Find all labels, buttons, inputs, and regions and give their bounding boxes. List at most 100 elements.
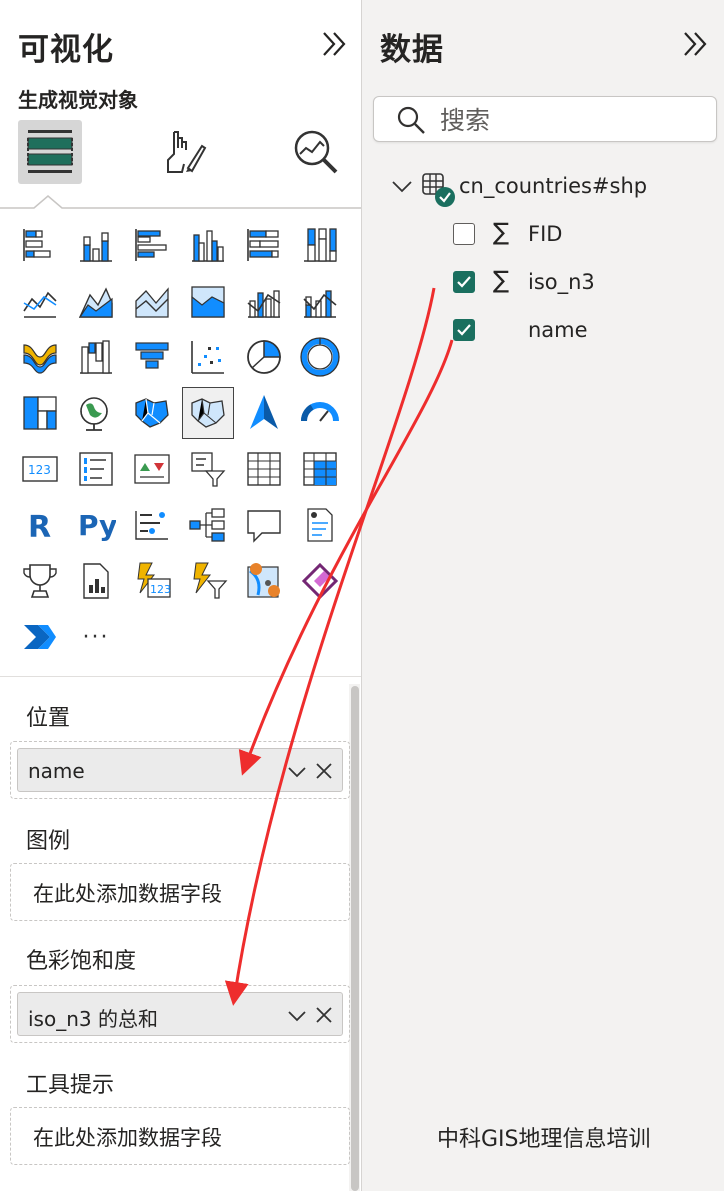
collapse-visualizations-button[interactable] xyxy=(318,28,350,60)
visual-type-ribbon-chart[interactable] xyxy=(14,331,66,383)
donut-chart-icon xyxy=(300,337,340,377)
sigma-icon: ∑ xyxy=(493,266,510,294)
well-placeholder: 在此处添加数据字段 xyxy=(33,1126,222,1150)
well-label-tooltips: 工具提示 xyxy=(26,1073,115,1098)
well-placeholder: 在此处添加数据字段 xyxy=(33,882,222,906)
stacked-area-icon xyxy=(135,287,169,318)
r-visual-icon: R xyxy=(28,510,51,545)
search-box[interactable] xyxy=(373,96,717,142)
well-location[interactable]: name xyxy=(10,741,350,799)
visual-type-funnel[interactable] xyxy=(126,331,178,383)
ribbon-chart-icon xyxy=(23,344,57,374)
field-row-name[interactable]: name xyxy=(363,310,724,350)
gauge-icon xyxy=(300,402,339,422)
chevron-down-icon[interactable] xyxy=(286,761,308,783)
chevron-down-icon[interactable] xyxy=(391,176,413,198)
visual-type-area-chart[interactable] xyxy=(70,275,122,327)
visual-type-stacked-column[interactable] xyxy=(70,219,122,271)
visualizations-pane: 可视化 生成视觉对象 123 R Py 123 ··· 位置 name 图例 在… xyxy=(0,0,362,1191)
well-field-name[interactable]: name xyxy=(17,748,343,792)
visual-type-paginated-report[interactable] xyxy=(70,555,122,607)
collapse-data-button[interactable] xyxy=(679,28,711,60)
visual-type-arcgis-map[interactable] xyxy=(238,555,290,607)
field-row-iso-n3[interactable]: ∑ iso_n3 xyxy=(363,262,724,302)
well-color-saturation[interactable]: iso_n3 的总和 xyxy=(10,985,350,1043)
visual-type-matrix[interactable] xyxy=(294,443,346,495)
sigma-icon: ∑ xyxy=(493,218,510,246)
stacked-bar-icon xyxy=(23,229,51,261)
tab-format-visual[interactable] xyxy=(150,120,214,184)
visual-type-clustered-column[interactable] xyxy=(182,219,234,271)
ellipsis-icon: ··· xyxy=(82,624,110,650)
visual-type-donut-chart[interactable] xyxy=(294,331,346,383)
visual-type-power-automate[interactable] xyxy=(14,611,66,663)
field-checkbox-iso-n3[interactable] xyxy=(453,271,475,293)
well-legend[interactable]: 在此处添加数据字段 xyxy=(10,863,350,921)
visual-type-filled-map[interactable] xyxy=(126,387,178,439)
visual-type-kpi[interactable] xyxy=(126,443,178,495)
decomposition-tree-icon xyxy=(189,508,225,542)
visual-type-shape-map[interactable] xyxy=(182,387,234,439)
visual-type-100-percent-column[interactable] xyxy=(294,219,346,271)
visual-type-slicer[interactable] xyxy=(182,443,234,495)
line-stacked-column-icon xyxy=(303,290,337,318)
table-node-cn-countries[interactable]: cn_countries#shp xyxy=(363,166,724,207)
visual-type-smart-narrative[interactable] xyxy=(294,499,346,551)
visual-type-line-stacked-column[interactable] xyxy=(294,275,346,327)
tab-build-visual[interactable] xyxy=(18,120,82,184)
field-name: iso_n3 xyxy=(528,270,595,294)
chevron-down-icon[interactable] xyxy=(286,1005,308,1027)
wells-scrollbar-thumb[interactable] xyxy=(351,686,359,1191)
more-visuals-button[interactable]: ··· xyxy=(70,611,122,663)
100-percent-column-icon xyxy=(304,228,337,262)
visual-type-azure-map[interactable] xyxy=(238,387,290,439)
close-icon[interactable] xyxy=(314,761,334,781)
visual-type-100-percent-bar[interactable] xyxy=(238,219,290,271)
visual-type-goals[interactable] xyxy=(14,555,66,607)
tab-analytics[interactable] xyxy=(284,120,348,184)
well-tooltips[interactable]: 在此处添加数据字段 xyxy=(10,1107,350,1165)
map-icon xyxy=(80,397,108,431)
table-loaded-icon xyxy=(422,173,455,207)
visual-type-power-apps[interactable] xyxy=(294,555,346,607)
visual-type-100-area[interactable] xyxy=(182,275,234,327)
visual-type-line-column[interactable] xyxy=(238,275,290,327)
visual-type-treemap[interactable] xyxy=(14,387,66,439)
search-icon xyxy=(397,106,425,134)
visual-type-r-visual[interactable]: R xyxy=(14,499,66,551)
visual-type-power-apps-slicer[interactable] xyxy=(182,555,234,607)
visual-type-decomposition-tree[interactable] xyxy=(182,499,234,551)
visual-type-waterfall[interactable] xyxy=(70,331,122,383)
power-apps-slicer-icon xyxy=(193,562,228,599)
visual-type-map[interactable] xyxy=(70,387,122,439)
field-row-fid[interactable]: ∑ FID xyxy=(363,214,724,254)
visual-type-clustered-bar[interactable] xyxy=(126,219,178,271)
visual-type-table[interactable] xyxy=(238,443,290,495)
close-icon[interactable] xyxy=(314,1005,334,1025)
funnel-icon xyxy=(135,342,169,369)
python-visual-icon: Py xyxy=(78,509,116,542)
field-checkbox-name[interactable] xyxy=(453,319,475,341)
visual-type-qa[interactable] xyxy=(238,499,290,551)
goals-icon xyxy=(23,564,57,598)
search-input[interactable] xyxy=(440,103,700,137)
visual-type-line-chart[interactable] xyxy=(14,275,66,327)
100-area-icon xyxy=(191,286,225,318)
data-pane: 数据 cn_countries#shp ∑ FID ∑ iso_n3 xyxy=(363,0,724,1191)
visual-type-scatter[interactable] xyxy=(182,331,234,383)
visual-type-stacked-area[interactable] xyxy=(126,275,178,327)
visual-type-power-apps-card[interactable]: 123 xyxy=(126,555,178,607)
visual-type-key-influencers[interactable] xyxy=(126,499,178,551)
well-label-color-saturation: 色彩饱和度 xyxy=(26,949,137,974)
visual-type-pie-chart[interactable] xyxy=(238,331,290,383)
arcgis-map-icon xyxy=(247,563,280,598)
visual-type-gauge[interactable] xyxy=(294,387,346,439)
well-field-iso-n3-sum[interactable]: iso_n3 的总和 xyxy=(17,992,343,1036)
visual-type-python-visual[interactable]: Py xyxy=(70,499,122,551)
field-checkbox-fid[interactable] xyxy=(453,223,475,245)
visual-type-card[interactable]: 123 xyxy=(14,443,66,495)
waterfall-icon xyxy=(80,340,112,374)
well-field-label: iso_n3 的总和 xyxy=(28,1007,158,1031)
visual-type-multi-row-card[interactable] xyxy=(70,443,122,495)
visual-type-stacked-bar[interactable] xyxy=(14,219,66,271)
